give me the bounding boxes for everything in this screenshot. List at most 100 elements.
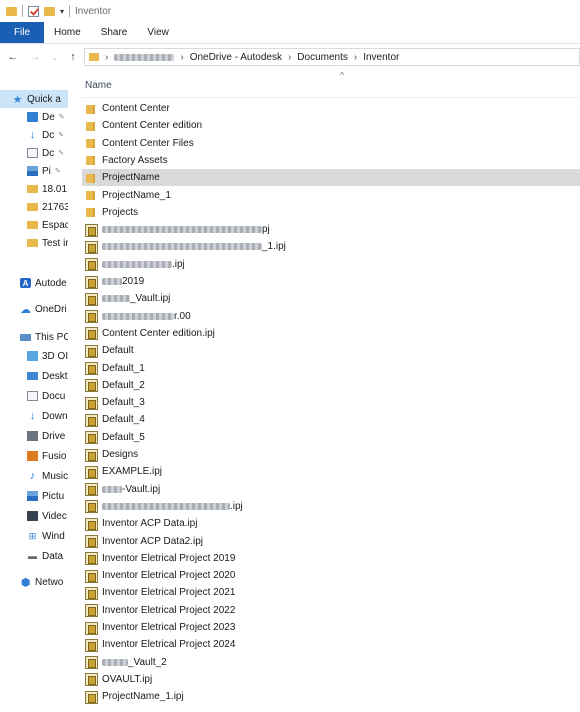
column-header: ^ Name — [82, 70, 580, 98]
sidebar-item-pictures[interactable]: Pictu — [0, 487, 64, 505]
file-row[interactable]: Inventor Eletrical Project 2023 — [82, 619, 580, 636]
breadcrumb-onedrive[interactable]: OneDrive - Autodesk — [190, 52, 282, 63]
tab-view[interactable]: View — [137, 22, 179, 43]
redacted-crumb[interactable] — [114, 53, 175, 61]
file-name-text: Inventor ACP Data2.ipj — [102, 535, 203, 547]
file-row[interactable]: Default_3 — [82, 394, 580, 411]
file-row[interactable]: Default_5 — [82, 429, 580, 446]
file-row[interactable]: pj — [82, 221, 580, 238]
new-folder-icon[interactable] — [44, 6, 55, 16]
forward-arrow-icon[interactable]: → — [28, 51, 42, 63]
file-row[interactable]: Inventor Eletrical Project 2020 — [82, 567, 580, 584]
breadcrumb-documents[interactable]: Documents — [297, 52, 348, 63]
file-row[interactable]: r.00 — [82, 308, 580, 325]
file-name-text: Inventor ACP Data.ipj — [102, 518, 198, 530]
file-row[interactable]: Content Center — [82, 100, 580, 117]
file-row[interactable]: OVAULT.ipj — [82, 671, 580, 688]
sidebar-item-windows-drive[interactable]: ⊞ Wind — [0, 527, 65, 545]
file-row[interactable]: Content Center edition.ipj — [82, 325, 580, 342]
folder-icon — [85, 189, 97, 201]
file-row[interactable]: Factory Assets — [82, 152, 580, 169]
file-row[interactable]: _1.ipj — [82, 238, 580, 255]
file-row[interactable]: Content Center Files — [82, 135, 580, 152]
sidebar-item-drive[interactable]: Drive — [0, 427, 65, 445]
sidebar-item-network[interactable]: ⬢ Netwo — [0, 573, 64, 591]
sidebar-item-folder-21763[interactable]: 21763 — [0, 198, 68, 216]
file-row[interactable]: -Vault.ipj — [82, 481, 580, 498]
sidebar-item-pictures-pinned[interactable]: Pi ✎ — [0, 162, 61, 180]
chevron-right-icon[interactable]: › — [180, 52, 183, 63]
tab-share[interactable]: Share — [91, 22, 138, 43]
file-row[interactable]: Inventor Eletrical Project 2022 — [82, 602, 580, 619]
sidebar-item-data-drive[interactable]: ▬ Data — [0, 547, 63, 565]
file-name: Factory Assets — [102, 155, 168, 166]
inventor-project-file-icon — [85, 690, 98, 704]
chevron-right-icon[interactable]: › — [105, 52, 108, 63]
videos-icon — [27, 511, 38, 521]
recent-locations-icon[interactable]: ⌄ — [48, 53, 62, 62]
tab-home[interactable]: Home — [44, 22, 91, 43]
file-row[interactable]: EXAMPLE.ipj — [82, 463, 580, 480]
sidebar-item-3d-objects[interactable]: 3D OI — [0, 347, 68, 365]
sidebar-item-onedrive[interactable]: ☁ OneDri — [0, 300, 67, 318]
file-row[interactable]: ProjectName — [82, 169, 580, 187]
sidebar-item-this-pc[interactable]: This PC — [0, 328, 68, 346]
sidebar-item-desktop-pinned[interactable]: De ✎ — [0, 108, 65, 126]
sidebar-item-label: Data — [42, 550, 64, 562]
file-row[interactable]: Inventor Eletrical Project 2021 — [82, 584, 580, 601]
customize-toolbar-icon[interactable]: ▾ — [60, 7, 64, 16]
properties-icon[interactable] — [28, 5, 39, 17]
file-row[interactable]: 2019 — [82, 273, 580, 290]
chevron-right-icon[interactable]: › — [288, 52, 291, 63]
file-row[interactable]: Designs — [82, 446, 580, 463]
file-row[interactable]: .ipj — [82, 256, 580, 273]
sidebar-item-folder-test[interactable]: Test ir — [0, 234, 68, 252]
file-row[interactable]: Inventor Eletrical Project 2019 — [82, 550, 580, 567]
file-row[interactable]: Default — [82, 342, 580, 359]
sidebar-item-documents-pinned[interactable]: Dc ✎ — [0, 144, 64, 162]
back-arrow-icon[interactable]: ← — [6, 51, 20, 63]
file-row[interactable]: Inventor ACP Data2.ipj — [82, 533, 580, 550]
sidebar-item-downloads-pinned[interactable]: ↓ Dc ✎ — [0, 126, 64, 144]
file-row[interactable]: ProjectName_1.ipj — [82, 688, 580, 705]
file-row[interactable]: Default_4 — [82, 411, 580, 428]
file-row[interactable]: Inventor Eletrical Project 2024 — [82, 636, 580, 653]
sidebar-item-label: Netwo — [35, 576, 64, 588]
file-name-text: Inventor Eletrical Project 2023 — [102, 622, 236, 633]
address-bar[interactable]: › › OneDrive - Autodesk › Documents › In… — [84, 48, 580, 66]
file-row[interactable]: _Vault.ipj — [82, 290, 580, 307]
file-row[interactable]: .ipj — [82, 498, 580, 515]
sidebar-item-autodesk[interactable]: A Autode — [0, 274, 67, 292]
tab-file[interactable]: File — [0, 22, 44, 43]
file-row[interactable]: ProjectName_1 — [82, 187, 580, 204]
sidebar-item-documents[interactable]: Docu — [0, 387, 65, 405]
sidebar-item-videos[interactable]: Videc — [0, 507, 67, 525]
file-row[interactable]: Inventor ACP Data.ipj — [82, 515, 580, 532]
file-row[interactable]: Projects — [82, 204, 580, 221]
sidebar-item-label: Music — [42, 470, 68, 482]
sidebar-item-folder-1801[interactable]: 18.01 — [0, 180, 67, 198]
column-header-name[interactable]: Name — [85, 80, 112, 91]
file-name-text: _Vault_2 — [128, 656, 167, 668]
sidebar-item-quick-access[interactable]: ★ Quick a — [0, 90, 68, 108]
chevron-right-icon[interactable]: › — [354, 52, 357, 63]
autodesk-icon: A — [20, 278, 31, 288]
inventor-project-file-icon — [85, 673, 98, 687]
up-arrow-icon[interactable]: ↑ — [66, 51, 80, 63]
file-row[interactable]: _Vault_2 — [82, 654, 580, 671]
sidebar-item-music[interactable]: ♪ Music — [0, 467, 68, 485]
file-row[interactable]: Content Center edition — [82, 117, 580, 134]
window-title: Inventor — [75, 5, 112, 17]
file-name: Inventor Eletrical Project 2020 — [102, 570, 235, 581]
document-icon — [27, 391, 38, 401]
file-name: Inventor Eletrical Project 2023 — [102, 622, 235, 633]
sidebar-item-folder-espac[interactable]: Espac — [0, 216, 68, 234]
inventor-project-file-icon — [85, 638, 98, 652]
sidebar-item-fusion[interactable]: Fusio — [0, 447, 66, 465]
sidebar-item-downloads[interactable]: ↓ Down — [0, 407, 68, 425]
file-row[interactable]: Default_1 — [82, 360, 580, 377]
sidebar-item-desktop[interactable]: Deskt — [0, 367, 68, 385]
file-name: ProjectName_1 — [102, 190, 171, 201]
file-row[interactable]: Default_2 — [82, 377, 580, 394]
breadcrumb-inventor[interactable]: Inventor — [363, 52, 399, 63]
